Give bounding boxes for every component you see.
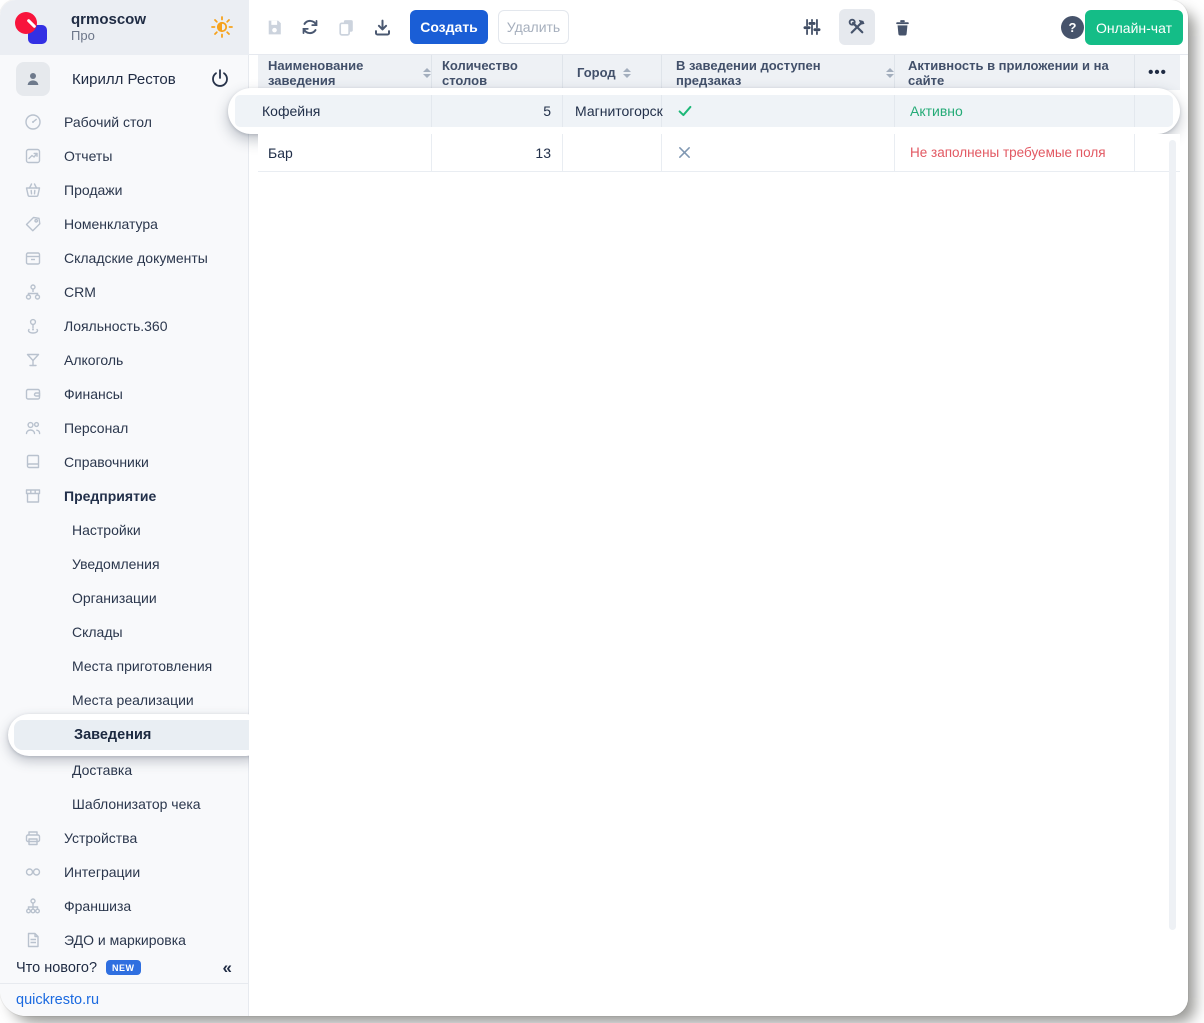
sidebar-item-reports[interactable]: Отчеты [0,139,248,173]
loyalty-icon [23,316,43,336]
people-icon [23,418,43,438]
delete-button[interactable]: Удалить [498,10,569,44]
logout-power-icon[interactable] [208,67,232,91]
filter-sliders-icon[interactable] [794,9,830,45]
main-content [249,55,1188,1016]
cell-city[interactable] [563,134,662,171]
franchise-hierarchy-icon [23,896,43,916]
quickresto-logo [12,9,50,47]
cross-icon [676,144,693,161]
table-row[interactable]: Кофейня 5 Магнитогорск Активно [235,95,1173,127]
cell-preorder[interactable] [662,134,895,171]
account-name: qrmoscow [71,11,146,28]
cell-more[interactable] [1135,95,1173,127]
sidebar-item-crm[interactable]: CRM [0,275,248,309]
quickresto-link[interactable]: quickresto.ru [16,992,99,1008]
spotlight-highlight: Заведения [8,714,267,756]
user-name: Кирилл Рестов [72,71,176,88]
sidebar-item-delivery[interactable]: Доставка [0,753,248,787]
printer-icon [23,828,43,848]
sidebar-item-devices[interactable]: Устройства [0,821,248,855]
user-row[interactable]: Кирилл Рестов [0,55,248,103]
sidebar-item-dashboard[interactable]: Рабочий стол [0,105,248,139]
hierarchy-icon [23,282,43,302]
sidebar-item-sales[interactable]: Продажи [0,173,248,207]
collapse-sidebar-icon[interactable]: « [223,958,232,978]
sidebar-item-establishments[interactable]: Заведения [0,717,248,753]
trash-icon[interactable] [884,9,920,45]
tools-icon[interactable] [839,9,875,45]
create-button[interactable]: Создать [410,10,488,44]
column-header-preorder[interactable]: В заведении доступен предзаказ [662,55,895,90]
reports-icon [23,146,43,166]
sidebar: Кирилл Рестов Рабочий стол Отчеты Продаж… [0,55,249,1016]
tag-icon [23,214,43,234]
cell-status[interactable]: Не заполнены требуемые поля [895,134,1135,171]
martini-icon [23,350,43,370]
sort-icon[interactable] [423,68,431,78]
whats-new-label: Что нового? [16,960,97,976]
sidebar-menu: Рабочий стол Отчеты Продажи Номенклатура… [0,105,248,957]
top-bar-brand-area: qrmoscow Про [0,0,249,55]
sidebar-item-warehouses[interactable]: Склады [0,615,248,649]
cell-status[interactable]: Активно [895,95,1135,127]
brightness-sun-icon[interactable] [208,13,236,41]
top-bar: qrmoscow Про [0,0,1188,55]
book-icon [23,452,43,472]
column-header-tables[interactable]: Количество столов [432,55,563,90]
cell-city[interactable]: Магнитогорск [563,95,662,127]
cell-name[interactable]: Кофейня [235,95,432,127]
vertical-scrollbar[interactable] [1169,140,1176,930]
dashboard-icon [23,112,43,132]
sidebar-item-alcohol[interactable]: Алкоголь [0,343,248,377]
whats-new-row[interactable]: Что нового? NEW « [0,952,248,983]
sort-icon[interactable] [886,68,894,78]
sidebar-item-cooking-places[interactable]: Места приготовления [0,649,248,683]
document-icon [23,930,43,950]
sidebar-item-organizations[interactable]: Организации [0,581,248,615]
more-columns-icon[interactable]: ••• [1148,64,1167,81]
wallet-icon [23,384,43,404]
column-header-activity[interactable]: Активность в приложении и на сайте [895,55,1135,90]
cell-preorder[interactable] [662,95,895,127]
sidebar-item-franchise[interactable]: Франшиза [0,889,248,923]
online-chat-button[interactable]: Онлайн-чат [1085,10,1183,45]
plan-label: Про [71,29,146,44]
sidebar-item-integrations[interactable]: Интеграции [0,855,248,889]
table-row-highlight-capsule: Кофейня 5 Магнитогорск Активно [228,88,1180,134]
sidebar-item-finance[interactable]: Финансы [0,377,248,411]
sidebar-item-sales-places[interactable]: Места реализации [0,683,248,717]
cell-tables[interactable]: 13 [432,134,563,171]
new-badge: NEW [106,960,141,975]
sidebar-item-settings[interactable]: Настройки [0,513,248,547]
download-icon[interactable] [370,15,394,39]
user-avatar [16,62,50,96]
save-icon[interactable] [262,15,286,39]
sidebar-item-warehouse-docs[interactable]: Складские документы [0,241,248,275]
help-icon[interactable]: ? [1061,16,1084,39]
basket-icon [23,180,43,200]
app-window: qrmoscow Про [0,0,1188,1016]
copy-icon[interactable] [334,15,358,39]
sidebar-item-nomenclature[interactable]: Номенклатура [0,207,248,241]
sort-icon[interactable] [623,68,631,78]
sidebar-item-staff[interactable]: Персонал [0,411,248,445]
sidebar-item-notifications[interactable]: Уведомления [0,547,248,581]
cell-name[interactable]: Бар [258,134,432,171]
sidebar-item-enterprise[interactable]: Предприятие [0,479,248,513]
box-icon [23,248,43,268]
table-header: Наименование заведения Количество столов… [258,55,1180,90]
refresh-icon[interactable] [298,15,322,39]
column-header-name[interactable]: Наименование заведения [258,55,432,90]
check-icon [676,102,694,120]
sidebar-item-reference[interactable]: Справочники [0,445,248,479]
storefront-icon [23,486,43,506]
column-header-city[interactable]: Город [563,55,662,90]
column-header-more[interactable]: ••• [1135,55,1180,90]
sidebar-item-receipt-template[interactable]: Шаблонизатор чека [0,787,248,821]
table-row[interactable]: Бар 13 Не заполнены требуемые поля [258,134,1180,172]
sidebar-item-loyalty[interactable]: Лояльность.360 [0,309,248,343]
cell-tables[interactable]: 5 [432,95,563,127]
infinity-icon [23,862,43,882]
